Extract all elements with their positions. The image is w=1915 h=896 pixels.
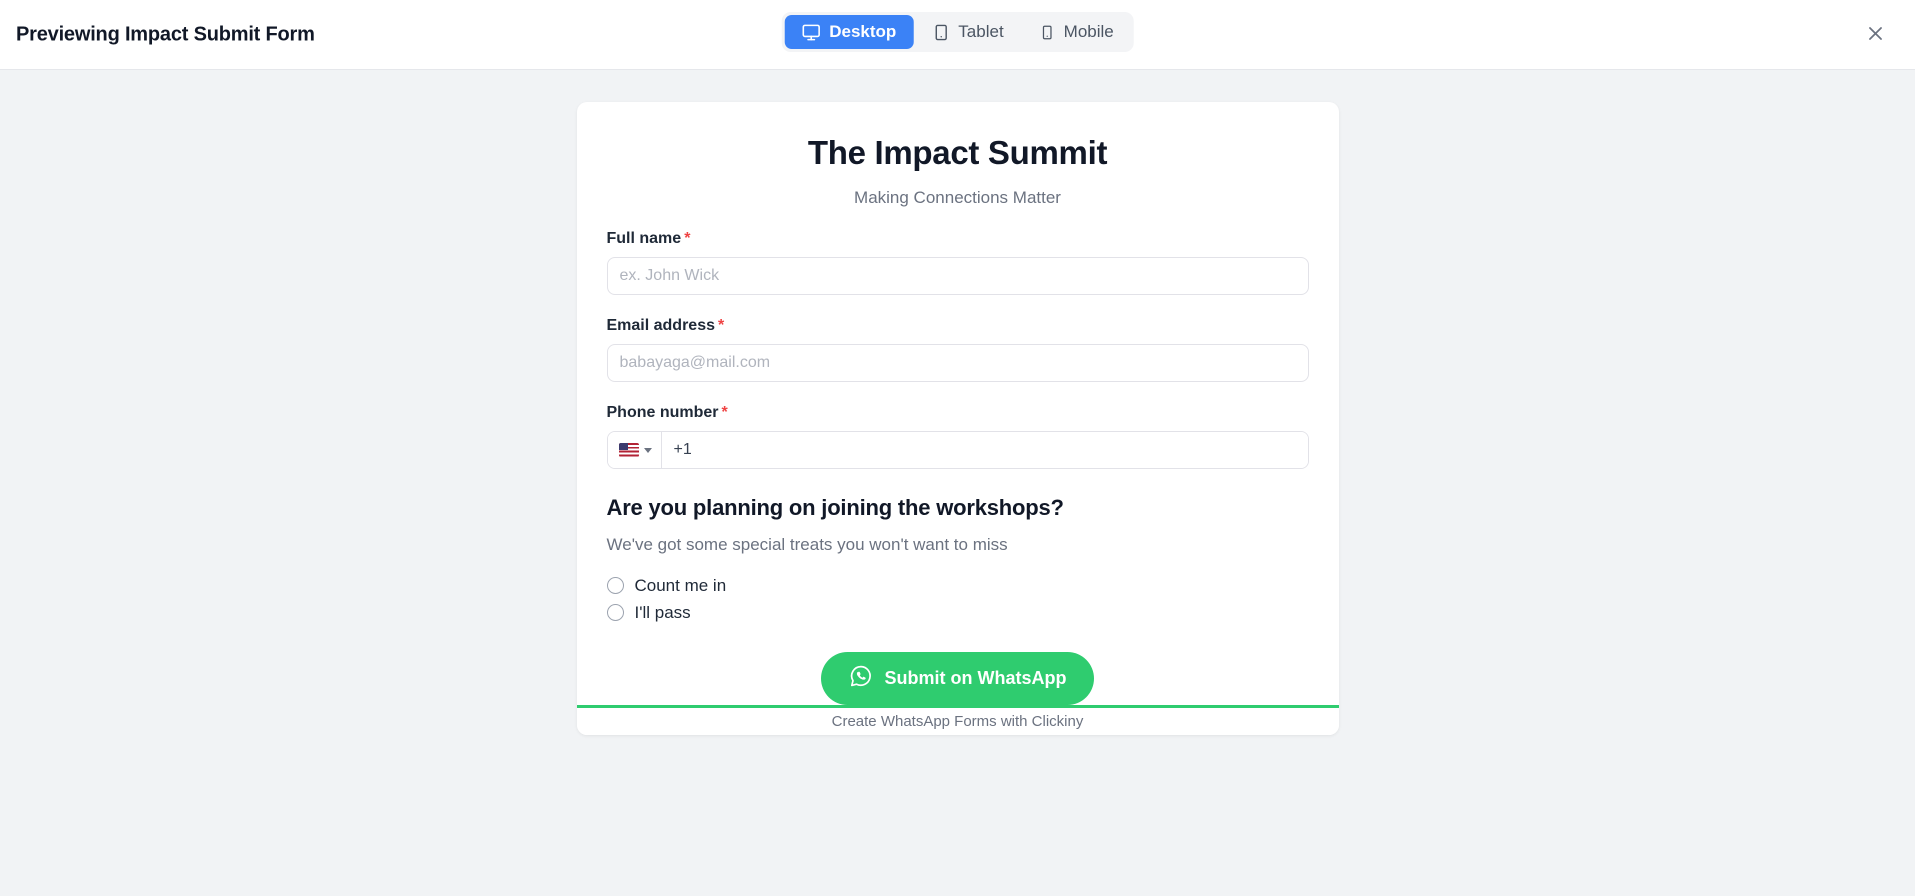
- field-email-address-label-text: Email address: [606, 317, 716, 334]
- chevron-down-icon: [643, 447, 652, 453]
- field-full-name-label: Full name *: [607, 230, 1309, 248]
- device-preview-switch: Desktop Tablet Mobile: [781, 12, 1134, 52]
- device-tab-mobile-label: Mobile: [1063, 22, 1114, 41]
- device-tab-mobile[interactable]: Mobile: [1023, 15, 1131, 49]
- us-flag-icon: [618, 443, 639, 457]
- device-tab-desktop-label: Desktop: [829, 22, 897, 41]
- form-card: The Impact Summit Making Connections Mat…: [576, 102, 1339, 735]
- required-marker: *: [721, 404, 728, 421]
- form-subtitle: Making Connections Matter: [854, 188, 1061, 207]
- radio-option-label: Count me in: [634, 575, 727, 595]
- form-body: The Impact Summit Making Connections Mat…: [577, 102, 1339, 705]
- submit-button-wrapper: Submit on WhatsApp: [607, 652, 1309, 705]
- device-tab-tablet-label: Tablet: [958, 22, 1004, 41]
- submit-on-whatsapp-button[interactable]: Submit on WhatsApp: [820, 652, 1095, 705]
- full-name-input[interactable]: [606, 257, 1309, 295]
- preview-stage: The Impact Summit Making Connections Mat…: [0, 70, 1915, 896]
- workshop-question-description: We've got some special treats you won't …: [606, 535, 1008, 554]
- workshop-question-block: Are you planning on joining the workshop…: [606, 495, 1309, 626]
- close-preview-button[interactable]: [1859, 19, 1891, 51]
- tablet-icon: [932, 23, 949, 42]
- radio-icon[interactable]: [606, 577, 624, 594]
- radio-option-label: I'll pass: [634, 602, 691, 622]
- submit-on-whatsapp-label: Submit on WhatsApp: [884, 668, 1067, 688]
- required-marker: *: [684, 230, 691, 247]
- workshop-question-title: Are you planning on joining the workshop…: [606, 495, 1064, 520]
- radio-option-ill-pass[interactable]: I'll pass: [606, 599, 1309, 626]
- field-email-address: Email address *: [606, 317, 1309, 382]
- close-icon: [1866, 24, 1885, 46]
- email-address-input[interactable]: [606, 344, 1309, 382]
- whatsapp-icon: [849, 664, 873, 693]
- monitor-icon: [801, 23, 820, 42]
- field-phone-number: Phone number *: [606, 404, 1309, 469]
- device-tab-tablet[interactable]: Tablet: [915, 15, 1020, 49]
- country-code-selector[interactable]: [607, 432, 662, 468]
- mobile-icon: [1040, 23, 1055, 42]
- required-marker: *: [718, 317, 725, 334]
- radio-icon[interactable]: [606, 604, 624, 621]
- workshop-options: Count me in I'll pass: [606, 572, 1309, 626]
- form-footer: Create WhatsApp Forms with Clickiny: [576, 708, 1339, 735]
- field-full-name: Full name *: [606, 230, 1309, 295]
- form-footer-text: Create WhatsApp Forms with Clickiny: [831, 713, 1084, 731]
- field-phone-number-label-text: Phone number: [606, 404, 719, 421]
- phone-number-input[interactable]: [661, 432, 1308, 468]
- form-title: The Impact Summit: [807, 134, 1108, 171]
- page-title: Previewing Impact Submit Form: [16, 23, 315, 45]
- device-tab-desktop[interactable]: Desktop: [784, 15, 914, 49]
- preview-topbar: Previewing Impact Submit Form Desktop Ta…: [0, 0, 1915, 70]
- field-full-name-label-text: Full name: [606, 230, 682, 247]
- field-email-address-label: Email address *: [607, 317, 1309, 335]
- phone-input-group: [606, 431, 1309, 469]
- field-phone-number-label: Phone number *: [607, 404, 1309, 422]
- radio-option-count-me-in[interactable]: Count me in: [606, 572, 1309, 599]
